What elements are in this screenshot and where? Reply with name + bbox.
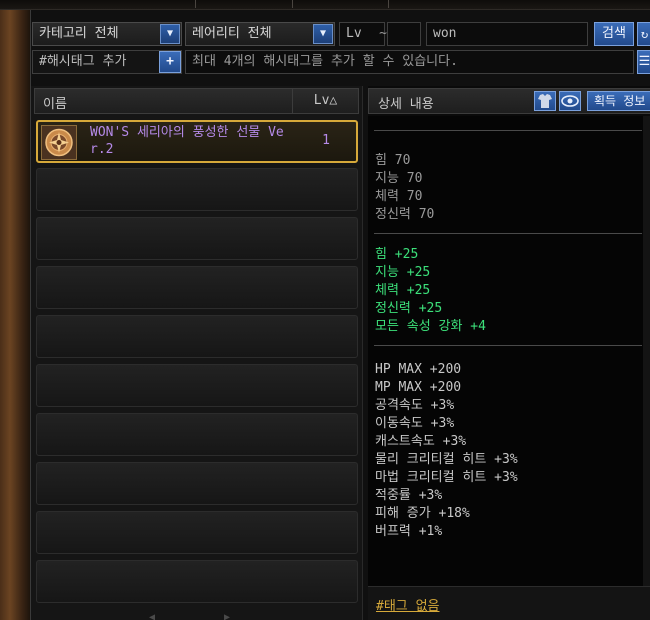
refresh-button[interactable]: ↻ bbox=[637, 22, 650, 46]
detail-title: 상세 내용 bbox=[378, 97, 434, 112]
item-list-panel: 이름 Lv△ WON'S 세리아의 풍성한 선물 Ver.2 1 bbox=[31, 86, 363, 620]
rarity-dropdown[interactable]: 레어리티 전체 ▼ bbox=[185, 22, 335, 46]
extra-stat: HP MAX +200 bbox=[375, 362, 462, 377]
bonus-stat: 힘 +25 bbox=[375, 247, 419, 262]
base-stat: 체력 70 bbox=[375, 189, 423, 204]
level-label: Lv bbox=[346, 26, 362, 41]
hashtag-add-button[interactable]: + bbox=[159, 51, 181, 73]
detail-header: 상세 내용 획득 정보 bbox=[368, 88, 650, 114]
extra-stat: 물리 크리티컬 히트 +3% bbox=[375, 452, 518, 467]
top-tab-strip bbox=[0, 0, 650, 10]
extra-stat: 적중률 +3% bbox=[375, 488, 443, 503]
list-header: 이름 Lv△ bbox=[34, 88, 359, 114]
divider bbox=[374, 345, 642, 346]
armor-icon bbox=[538, 94, 552, 108]
level-max-input[interactable] bbox=[387, 22, 421, 46]
avatar-preview-button[interactable] bbox=[534, 91, 556, 111]
base-stat: 힘 70 bbox=[375, 153, 411, 168]
extra-stat: 마법 크리티컬 히트 +3% bbox=[375, 470, 518, 485]
divider bbox=[374, 130, 642, 131]
chevron-down-icon: ▼ bbox=[313, 24, 333, 44]
category-dropdown[interactable]: 카테고리 전체 ▼ bbox=[32, 22, 182, 46]
extra-stat: MP MAX +200 bbox=[375, 380, 462, 395]
empty-slot bbox=[36, 168, 358, 211]
divider bbox=[374, 233, 642, 234]
base-stat: 정신력 70 bbox=[375, 207, 435, 222]
extra-stat: 캐스트속도 +3% bbox=[375, 434, 467, 449]
page-prev-icon[interactable]: ◀ bbox=[149, 612, 163, 620]
empty-slot bbox=[36, 266, 358, 309]
view-button[interactable] bbox=[559, 91, 581, 111]
detail-scrollbar[interactable] bbox=[643, 116, 650, 586]
base-stat: 지능 70 bbox=[375, 171, 423, 186]
sun-emblem-icon bbox=[41, 125, 77, 160]
level-range-separator: ~ bbox=[379, 26, 387, 41]
chevron-down-icon: ▼ bbox=[160, 24, 180, 44]
item-name: WON'S 세리아의 풍성한 선물 Ver.2 bbox=[90, 125, 284, 157]
page-next-icon[interactable]: ▶ bbox=[224, 612, 238, 620]
acquire-info-button[interactable]: 획득 정보 bbox=[587, 91, 650, 111]
empty-slot bbox=[36, 462, 358, 505]
extra-stat: 버프력 +1% bbox=[375, 524, 443, 539]
bonus-stat: 모든 속성 강화 +4 bbox=[375, 319, 486, 334]
level-label-box: Lv ~ bbox=[339, 22, 387, 46]
column-level-sort-header[interactable]: Lv△ bbox=[292, 89, 358, 113]
detail-stats-body: 힘 70 지능 70 체력 70 정신력 70 힘 +25 지능 +25 체력 … bbox=[368, 116, 643, 586]
hashtag-input[interactable]: 최대 4개의 해시태그를 추가 할 수 있습니다. bbox=[185, 50, 634, 74]
bonus-stat: 정신력 +25 bbox=[375, 301, 443, 316]
refresh-icon: ↻ bbox=[640, 27, 649, 41]
menu-icon: ☰ bbox=[638, 54, 650, 69]
search-button[interactable]: 검색 bbox=[594, 22, 634, 46]
bonus-stat: 체력 +25 bbox=[375, 283, 431, 298]
empty-slot bbox=[36, 315, 358, 358]
extra-stat: 피해 증가 +18% bbox=[375, 506, 470, 521]
empty-slot bbox=[36, 364, 358, 407]
category-dropdown-label: 카테고리 전체 bbox=[39, 26, 119, 41]
extra-stat: 이동속도 +3% bbox=[375, 416, 455, 431]
list-item[interactable]: WON'S 세리아의 풍성한 선물 Ver.2 1 bbox=[36, 120, 358, 163]
search-input[interactable]: won bbox=[426, 22, 588, 46]
item-detail-panel: 상세 내용 획득 정보 힘 70 지능 70 체력 70 정신력 70 힘 +2… bbox=[368, 86, 650, 620]
list-menu-button[interactable]: ☰ bbox=[637, 50, 650, 74]
column-name-header[interactable]: 이름 bbox=[43, 93, 67, 112]
tag-area: #태그 없음 bbox=[368, 586, 650, 620]
tag-link[interactable]: #태그 없음 bbox=[376, 595, 440, 614]
auction-search-window: 카테고리 전체 ▼ 레어리티 전체 ▼ Lv ~ won 검색 ↻ #해시태그 … bbox=[30, 10, 650, 620]
rarity-dropdown-label: 레어리티 전체 bbox=[192, 26, 272, 41]
empty-slot bbox=[36, 560, 358, 603]
empty-slot bbox=[36, 413, 358, 456]
empty-slot bbox=[36, 217, 358, 260]
hashtag-add-label: #해시태그 추가 bbox=[39, 54, 127, 69]
item-level: 1 bbox=[322, 133, 330, 148]
eye-icon bbox=[561, 95, 579, 107]
empty-slot bbox=[36, 511, 358, 554]
bonus-stat: 지능 +25 bbox=[375, 265, 431, 280]
extra-stat: 공격속도 +3% bbox=[375, 398, 455, 413]
